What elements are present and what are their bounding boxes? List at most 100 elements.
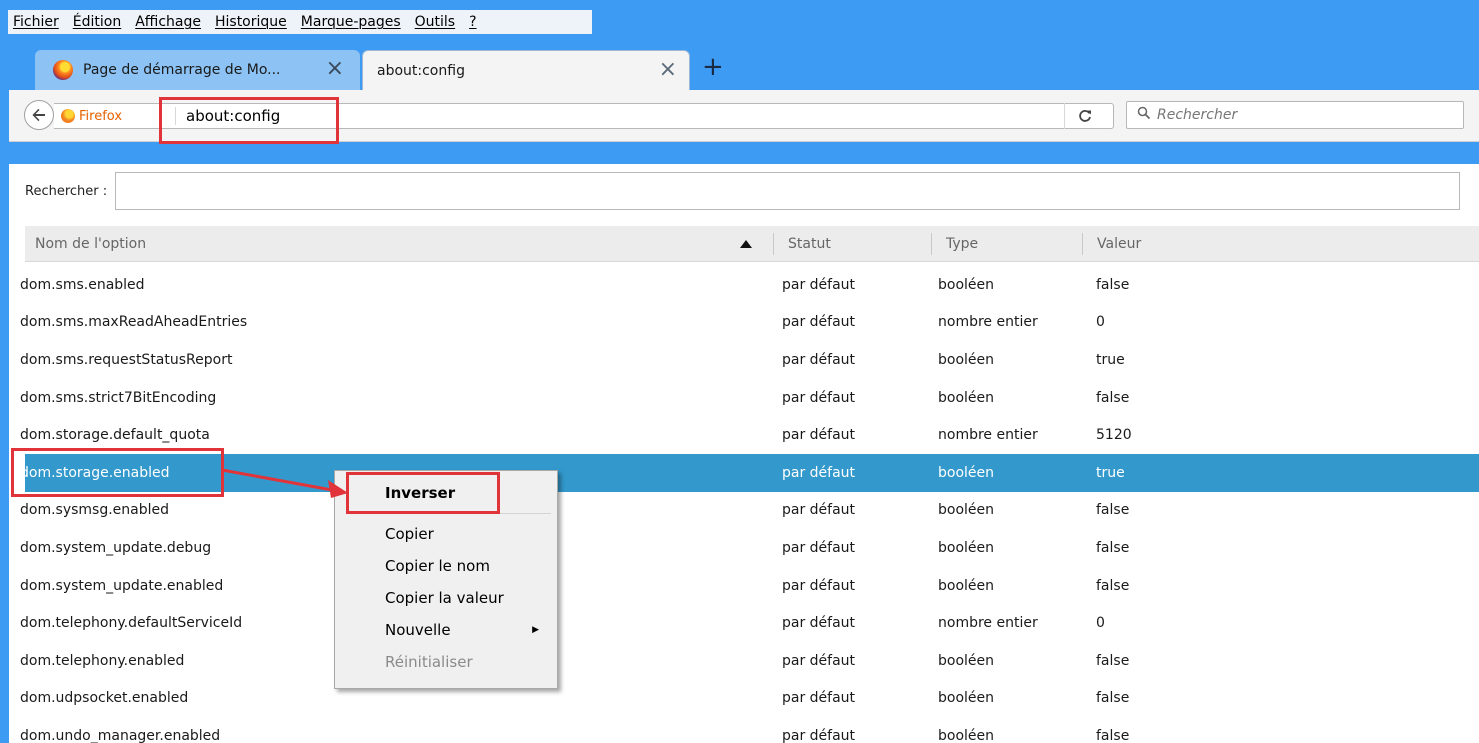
column-type[interactable]: Type <box>931 232 978 255</box>
context-menu: Inverser Copier Copier le nom Copier la … <box>334 470 558 689</box>
table-row[interactable]: dom.sms.strict7BitEncoding par défaut bool… <box>20 379 1479 417</box>
identity-label: Firefox <box>79 108 123 124</box>
filter-input[interactable] <box>115 172 1461 210</box>
filter-label: Rechercher : <box>25 183 108 199</box>
menu-fichier[interactable]: Fichier <box>13 14 59 30</box>
tab-start-page[interactable]: Page de démarrage de Mo... × <box>35 50 360 90</box>
search-placeholder: Rechercher <box>1157 107 1238 123</box>
close-icon[interactable]: × <box>326 58 344 80</box>
menu-outils[interactable]: Outils <box>415 14 455 30</box>
pref-type: booléen <box>938 502 995 519</box>
pref-name: dom.system_update.debug <box>20 539 212 556</box>
search-bar[interactable]: Rechercher <box>1126 101 1464 129</box>
table-row[interactable]: dom.sms.enabled par défaut booléen false <box>20 266 1479 304</box>
pref-status: par défaut <box>782 314 856 331</box>
sort-ascending-icon[interactable] <box>740 226 752 262</box>
pref-name: dom.system_update.enabled <box>20 577 224 594</box>
pref-value: false <box>1096 577 1130 594</box>
pref-type: booléen <box>938 389 995 406</box>
pref-status: par défaut <box>782 427 856 444</box>
table-row[interactable]: dom.udpsocket.enabled par défaut booléen fa… <box>20 680 1479 718</box>
window-frame-left <box>0 164 9 743</box>
about-config-page: Rechercher : Nom de l'option Statut Type… <box>9 164 1479 743</box>
pref-type: booléen <box>938 690 995 707</box>
menu-historique[interactable]: Historique <box>215 14 287 30</box>
menu-marque-pages[interactable]: Marque-pages <box>301 14 401 30</box>
menu-item-label: Inverser <box>385 484 456 502</box>
close-icon[interactable]: × <box>659 59 677 81</box>
pref-type: booléen <box>938 276 995 293</box>
pref-value: false <box>1096 652 1130 669</box>
menu-separator <box>379 513 551 514</box>
menu-item-reset: Réinitialiser <box>335 646 557 678</box>
url-bar[interactable]: Firefox about:config <box>54 103 1114 129</box>
column-value[interactable]: Valeur <box>1082 232 1141 255</box>
menu-item-label: Copier la valeur <box>385 589 504 607</box>
menu-affichage[interactable]: Affichage <box>135 14 201 30</box>
menu-help[interactable]: ? <box>469 14 476 30</box>
pref-name: dom.sms.enabled <box>20 276 145 293</box>
identity-box[interactable]: Firefox <box>54 107 176 125</box>
table-row-selected[interactable]: dom.storage.enabled par défaut booléen true <box>20 453 1479 492</box>
tab-strip: Page de démarrage de Mo... × about:confi… <box>0 44 1479 90</box>
pref-status: par défaut <box>782 577 856 594</box>
pref-type: booléen <box>938 577 995 594</box>
table-row[interactable]: dom.telephony.defaultServiceId par défaut… <box>20 604 1479 642</box>
new-tab-button[interactable]: + <box>702 52 724 82</box>
pref-type: nombre entier <box>938 615 1038 632</box>
search-icon <box>1137 106 1151 124</box>
menu-edition[interactable]: Édition <box>73 14 121 30</box>
pref-status: par défaut <box>782 690 856 707</box>
pref-status: par défaut <box>782 351 856 368</box>
menu-item-label: Copier le nom <box>385 557 490 575</box>
pref-type: booléen <box>938 652 995 669</box>
pref-type: booléen <box>938 539 995 556</box>
back-button[interactable] <box>24 100 54 130</box>
pref-value: false <box>1096 690 1130 707</box>
menu-item-toggle[interactable]: Inverser <box>335 477 557 509</box>
menubar: Fichier Édition Affichage Historique Mar… <box>8 10 592 34</box>
menu-item-copy[interactable]: Copier <box>335 518 557 550</box>
table-row[interactable]: dom.system_update.enabled par défaut boolé… <box>20 567 1479 605</box>
reload-button[interactable] <box>1064 103 1104 129</box>
pref-value: 0 <box>1096 314 1105 331</box>
pref-status: par défaut <box>782 276 856 293</box>
pref-value: 5120 <box>1096 427 1132 444</box>
arrow-left-icon <box>32 108 45 122</box>
table-row[interactable]: dom.storage.default_quota par défaut nombr… <box>20 416 1479 454</box>
navigation-bar: Firefox about:config Rechercher <box>9 90 1479 142</box>
pref-status: par défaut <box>782 652 856 669</box>
menu-item-new[interactable]: Nouvelle ▶ <box>335 614 557 646</box>
firefox-icon <box>53 60 73 80</box>
pref-value: 0 <box>1096 615 1105 632</box>
column-name[interactable]: Nom de l'option <box>35 226 735 262</box>
pref-status: par défaut <box>782 389 856 406</box>
pref-name: dom.storage.enabled <box>20 464 170 481</box>
pref-name: dom.udpsocket.enabled <box>20 690 189 707</box>
pref-name: dom.sysmsg.enabled <box>20 502 170 519</box>
column-status[interactable]: Statut <box>773 232 831 255</box>
table-row[interactable]: dom.undo_manager.enabled par défaut boolée… <box>20 717 1479 743</box>
pref-status: par défaut <box>782 539 856 556</box>
table-row[interactable]: dom.sms.requestStatusReport par défaut boo… <box>20 341 1479 379</box>
pref-type: booléen <box>938 727 995 743</box>
pref-type: booléen <box>938 464 995 481</box>
table-row[interactable]: dom.sms.maxReadAheadEntries par défaut nom… <box>20 304 1479 342</box>
table-row[interactable]: dom.telephony.enabled par défaut booléen fa… <box>20 642 1479 680</box>
pref-value: false <box>1096 389 1130 406</box>
table-row[interactable]: dom.sysmsg.enabled par défaut booléen false <box>20 492 1479 530</box>
pref-type: booléen <box>938 351 995 368</box>
tab-about-config[interactable]: about:config × <box>362 50 690 90</box>
pref-name: dom.sms.requestStatusReport <box>20 351 233 368</box>
menu-item-copy-name[interactable]: Copier le nom <box>335 550 557 582</box>
menu-item-copy-value[interactable]: Copier la valeur <box>335 582 557 614</box>
pref-value: false <box>1096 539 1130 556</box>
chevron-right-icon: ▶ <box>532 625 539 635</box>
menu-item-label: Nouvelle <box>385 621 451 639</box>
pref-name: dom.sms.maxReadAheadEntries <box>20 314 248 331</box>
menu-item-label: Copier <box>385 525 434 543</box>
firefox-icon <box>61 109 75 123</box>
table-row[interactable]: dom.system_update.debug par défaut booléen… <box>20 529 1479 567</box>
url-text[interactable]: about:config <box>176 107 280 125</box>
pref-value: true <box>1096 351 1125 368</box>
